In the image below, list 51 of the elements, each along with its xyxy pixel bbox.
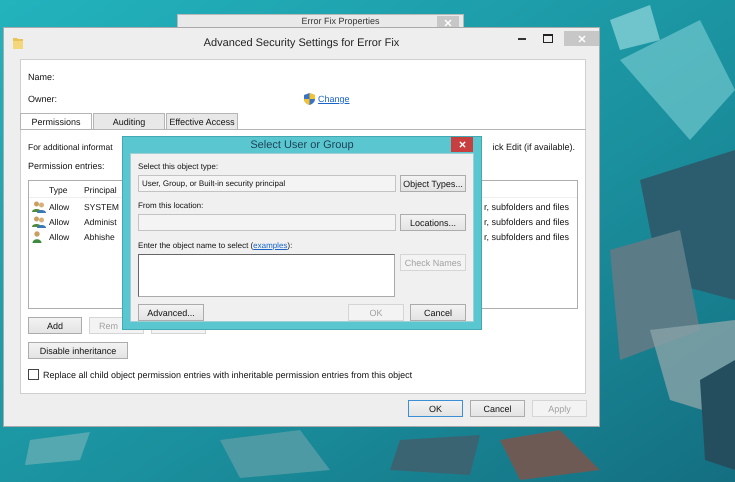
close-icon <box>458 141 466 148</box>
shield-icon <box>304 93 315 105</box>
user-icon <box>32 230 42 242</box>
close-icon <box>444 18 452 26</box>
change-link[interactable]: Change <box>318 94 350 104</box>
info-text: ick Edit (if available). <box>492 142 575 154</box>
tab[interactable]: Permissions <box>20 113 92 129</box>
user-group-icon <box>32 216 46 228</box>
table-cell-text: r, subfolders and files <box>484 216 570 226</box>
field-label: Owner: <box>28 94 58 104</box>
column-header[interactable]: Type <box>49 184 68 194</box>
object-type-field[interactable]: User, Group, or Built-in security principal <box>138 175 396 192</box>
column-header[interactable]: Principal <box>84 184 117 194</box>
window-title: Error Fix Properties <box>301 16 380 26</box>
minimize-icon <box>518 38 526 40</box>
dialog-button[interactable]: OK <box>408 400 463 417</box>
entries-label: Permission entries: <box>28 161 105 171</box>
table-cell-text: r, subfolders and files <box>484 202 570 212</box>
tab[interactable]: Auditing <box>93 113 165 129</box>
location-field[interactable] <box>138 214 396 231</box>
checkbox[interactable] <box>28 369 39 380</box>
table-cell: Allow <box>49 202 70 212</box>
maximize-icon <box>543 34 553 43</box>
advanced-button[interactable]: Advanced... <box>138 304 204 321</box>
folder-icon <box>12 36 24 50</box>
user-group-icon <box>32 200 46 212</box>
close-icon <box>578 34 586 42</box>
window-title: Advanced Security Settings for Error Fix <box>202 37 400 49</box>
field-label: Enter the object name to select (examples): <box>138 241 294 252</box>
checkbox-label: Replace all child object permission entries with inheritable permission entries from this object <box>43 370 412 380</box>
tab[interactable]: Effective Access <box>166 113 238 129</box>
info-text: For additional informat <box>28 142 113 154</box>
object-types-button[interactable]: Object Types... <box>400 175 466 192</box>
table-cell: SYSTEM <box>84 202 119 212</box>
field-label: Name: <box>28 72 56 82</box>
dialog-button[interactable]: Cancel <box>470 400 525 417</box>
disable-inheritance-button[interactable]: Disable inheritance <box>28 342 128 359</box>
table-cell: Allow <box>49 232 70 242</box>
examples-link[interactable]: examples <box>253 241 288 250</box>
field-label: From this location: <box>138 201 204 212</box>
table-cell-text: r, subfolders and files <box>484 232 570 242</box>
locations-button[interactable]: Locations... <box>400 214 466 231</box>
list-button[interactable]: Add <box>28 317 82 334</box>
table-cell: Abhishe <box>84 232 115 242</box>
object-name-field[interactable] <box>138 254 395 297</box>
table-cell: Allow <box>49 216 70 226</box>
table-cell: Administ <box>84 216 117 226</box>
field-label: Select this object type: <box>138 162 220 173</box>
dialog-title: Select User or Group <box>250 139 354 151</box>
cancel-button[interactable]: Cancel <box>410 304 466 321</box>
close-button[interactable] <box>451 137 473 152</box>
